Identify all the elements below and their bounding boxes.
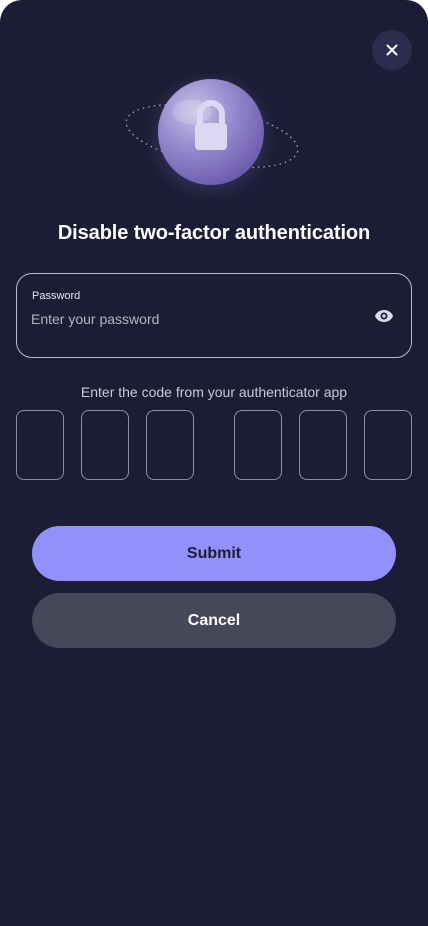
show-password-button[interactable] xyxy=(373,306,395,326)
code-digit-5[interactable] xyxy=(299,410,347,480)
disable-2fa-sheet: Disable two-factor authentication Passwo… xyxy=(0,0,428,926)
code-digit-2[interactable] xyxy=(81,410,129,480)
dialog-title: Disable two-factor authentication xyxy=(57,222,371,244)
code-digit-4[interactable] xyxy=(234,410,282,480)
code-digit-6[interactable] xyxy=(364,410,412,480)
eye-icon xyxy=(375,310,393,322)
code-digit-3[interactable] xyxy=(146,410,194,480)
close-icon xyxy=(386,44,398,56)
lock-illustration xyxy=(120,70,308,202)
cancel-button[interactable]: Cancel xyxy=(32,593,396,648)
password-field[interactable]: Password xyxy=(16,273,412,358)
code-digit-1[interactable] xyxy=(16,410,64,480)
password-input[interactable] xyxy=(31,308,361,330)
close-button[interactable] xyxy=(372,30,412,70)
password-label: Password xyxy=(32,290,81,302)
code-instruction: Enter the code from your authenticator a… xyxy=(80,384,348,400)
submit-button[interactable]: Submit xyxy=(32,526,396,581)
